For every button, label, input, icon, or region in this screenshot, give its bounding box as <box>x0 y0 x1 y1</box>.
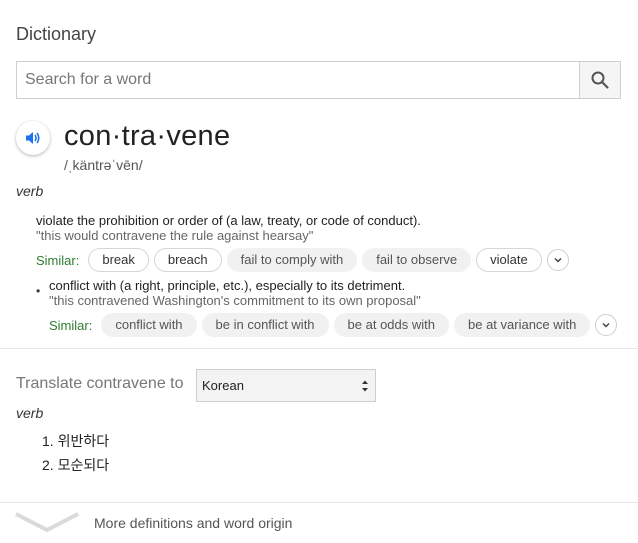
translation-item: 1. 위반하다 <box>42 433 110 449</box>
synonym-chip[interactable]: be at variance with <box>454 313 591 337</box>
dictionary-title: Dictionary <box>16 24 97 44</box>
pronunciation-button[interactable] <box>16 121 50 155</box>
synonym-chip[interactable]: conflict with <box>101 313 197 337</box>
synonym-chip[interactable]: violate <box>476 248 542 272</box>
language-select[interactable]: Korean <box>196 369 376 402</box>
search-input[interactable] <box>17 62 579 98</box>
chevron-down-icon[interactable] <box>14 511 80 535</box>
definition-1: violate the prohibition or order of (a l… <box>36 213 421 228</box>
translate-label: Translate contravene to <box>16 375 184 392</box>
synonym-chip[interactable]: breach <box>153 248 222 272</box>
language-select-value: Korean <box>202 378 244 393</box>
phonetic: /ˌkäntrəˈvēn/ <box>64 157 143 173</box>
chevron-down-icon <box>554 257 562 263</box>
bullet: • <box>36 284 41 298</box>
search-icon <box>591 71 609 89</box>
headword: con·tra·vene <box>64 120 231 152</box>
divider <box>0 502 638 503</box>
example-1: "this would contravene the rule against … <box>36 228 314 243</box>
similar-row-2: Similar: conflict with be in conflict wi… <box>49 313 618 337</box>
similar-label: Similar: <box>36 252 80 268</box>
similar-row-1: Similar: break breach fail to comply wit… <box>36 248 569 272</box>
synonym-chip[interactable]: break <box>88 248 149 272</box>
speaker-icon <box>26 132 40 144</box>
select-arrows-icon <box>362 380 368 392</box>
translation-part-of-speech: verb <box>16 405 44 421</box>
synonym-chip[interactable]: fail to observe <box>362 248 472 272</box>
part-of-speech: verb <box>16 183 44 199</box>
translation-item: 2. 모순되다 <box>42 457 110 473</box>
synonym-chip[interactable]: be at odds with <box>333 313 449 337</box>
expand-synonyms-button[interactable] <box>595 314 618 336</box>
search-box <box>16 61 621 99</box>
synonym-chip[interactable]: fail to comply with <box>226 248 358 272</box>
more-definitions-link[interactable]: More definitions and word origin <box>94 515 292 531</box>
chevron-down-icon <box>602 322 610 328</box>
divider <box>0 348 638 349</box>
example-2: "this contravened Washington's commitmen… <box>49 293 421 308</box>
similar-label: Similar: <box>49 317 93 333</box>
search-button[interactable] <box>579 62 620 98</box>
definition-2: conflict with (a right, principle, etc.)… <box>49 278 406 293</box>
expand-synonyms-button[interactable] <box>546 249 569 271</box>
synonym-chip[interactable]: be in conflict with <box>201 313 329 337</box>
